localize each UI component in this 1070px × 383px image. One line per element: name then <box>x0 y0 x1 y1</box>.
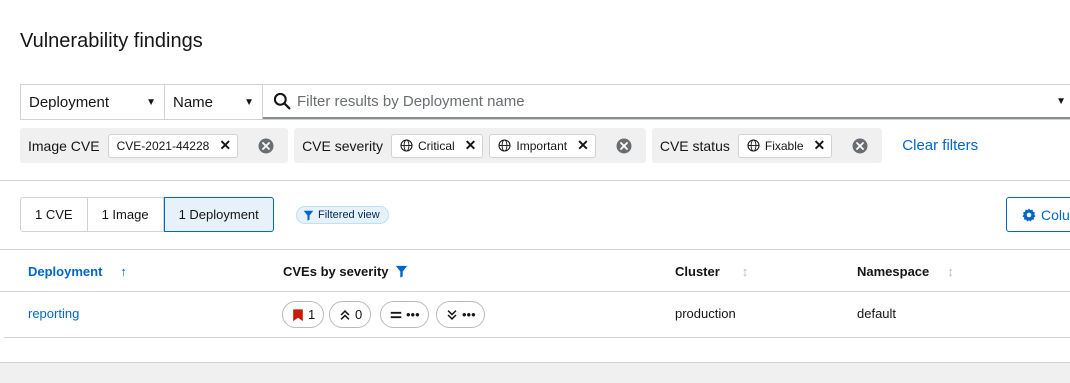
chip-group-cve-severity: CVE severity Critical ✕ Important ✕ <box>294 128 646 163</box>
column-header-deployment[interactable]: Deployment ↑ <box>28 264 127 279</box>
chip-label: Critical <box>417 138 455 153</box>
angle-double-up-icon <box>340 309 350 320</box>
filter-chip: CVE-2021-44228 ✕ <box>107 133 239 158</box>
column-header-label: Namespace <box>857 264 930 279</box>
chip-group-cve-status: CVE status Fixable ✕ <box>651 128 883 163</box>
filter-toolbar: Deployment ▼ Name ▼ ▼ <box>20 84 1070 120</box>
sort-icon: ↕ <box>947 264 954 279</box>
cluster-cell: production <box>675 306 736 321</box>
chip-label: Fixable <box>764 138 804 153</box>
search-icon <box>273 92 291 110</box>
column-header-label: Cluster <box>675 264 720 279</box>
divider <box>0 180 1070 181</box>
severity-count: ••• <box>462 307 476 322</box>
globe-icon <box>498 139 511 152</box>
toggle-deployment[interactable]: 1 Deployment <box>163 197 274 232</box>
chip-label: Important <box>516 138 568 153</box>
attribute-select-label: Name <box>173 93 214 111</box>
gear-icon <box>1022 207 1036 221</box>
filter-icon <box>395 265 407 278</box>
equals-icon <box>390 311 402 318</box>
manage-columns-label: Colu <box>1041 206 1070 223</box>
close-circle-icon[interactable] <box>616 138 632 154</box>
chip-group-image-cve: Image CVE CVE-2021-44228 ✕ <box>20 128 289 163</box>
moderate-severity-count: ••• <box>380 301 429 328</box>
chip-group-label: Image CVE <box>28 137 100 154</box>
divider <box>0 291 1070 292</box>
column-header-namespace[interactable]: Namespace ↕ <box>857 264 954 279</box>
attribute-select[interactable]: Name ▼ <box>165 85 263 119</box>
low-severity-count: ••• <box>436 301 485 328</box>
filter-chip: Important ✕ <box>489 133 596 158</box>
entity-toggle-group: 1 CVE 1 Image 1 Deployment <box>20 197 274 232</box>
page-footer <box>0 362 1070 383</box>
column-header-label: CVEs by severity <box>283 264 389 279</box>
caret-down-icon[interactable]: ▼ <box>1056 96 1066 107</box>
toggle-cve[interactable]: 1 CVE <box>20 197 88 232</box>
sort-icon: ↕ <box>741 264 749 279</box>
critical-severity-icon <box>293 308 303 321</box>
chip-group-label: CVE severity <box>302 137 383 154</box>
manage-columns-button[interactable]: Colu <box>1006 197 1070 232</box>
entity-select-label: Deployment <box>29 93 110 111</box>
filter-icon <box>303 210 314 221</box>
active-filters: Image CVE CVE-2021-44228 ✕ CVE severity … <box>20 128 978 163</box>
important-severity-count: 0 <box>329 301 372 328</box>
column-header-cves-by-severity: CVEs by severity <box>283 264 408 279</box>
caret-down-icon: ▼ <box>244 96 254 108</box>
search-field[interactable]: ▼ <box>263 85 1070 119</box>
caret-down-icon: ▼ <box>146 96 156 108</box>
column-header-label: Deployment <box>28 264 103 279</box>
chip-group-label: CVE status <box>659 137 730 154</box>
search-input[interactable] <box>297 92 1057 110</box>
close-icon[interactable]: ✕ <box>814 137 826 154</box>
sort-ascending-icon: ↑ <box>120 264 127 279</box>
toggle-image[interactable]: 1 Image <box>87 197 164 232</box>
page-title: Vulnerability findings <box>20 30 203 52</box>
severity-count: 1 <box>308 307 316 322</box>
globe-icon <box>747 139 760 152</box>
close-icon[interactable]: ✕ <box>219 137 231 154</box>
clear-filters-link[interactable]: Clear filters <box>902 137 978 154</box>
angle-double-down-icon <box>447 309 457 320</box>
divider <box>4 337 1070 338</box>
filtered-view-badge: Filtered view <box>296 206 389 224</box>
severity-count: 0 <box>355 307 363 322</box>
critical-severity-count: 1 <box>282 301 325 328</box>
close-icon[interactable]: ✕ <box>465 137 477 154</box>
deployment-link[interactable]: reporting <box>28 306 79 321</box>
filter-chip: Critical ✕ <box>390 133 484 158</box>
close-icon[interactable]: ✕ <box>577 137 589 154</box>
severity-count: ••• <box>406 307 420 322</box>
close-circle-icon[interactable] <box>852 138 868 154</box>
filtered-view-label: Filtered view <box>318 209 380 221</box>
globe-icon <box>400 139 413 152</box>
divider <box>0 249 1070 250</box>
filter-chip: Fixable ✕ <box>737 133 833 158</box>
chip-label: CVE-2021-44228 <box>116 138 210 153</box>
entity-select[interactable]: Deployment ▼ <box>21 85 165 119</box>
close-circle-icon[interactable] <box>258 138 274 154</box>
namespace-cell: default <box>857 306 897 321</box>
column-header-cluster[interactable]: Cluster ↕ <box>675 264 748 279</box>
